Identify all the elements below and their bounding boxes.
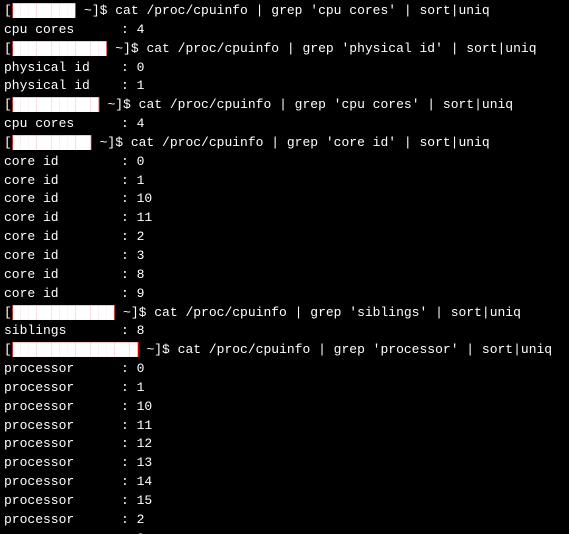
terminal-line: processor : 15 [4,492,565,511]
terminal-line: processor : 2 [4,511,565,530]
terminal-line: core id : 1 [4,172,565,191]
terminal[interactable]: [████████ ~]$ cat /proc/cpuinfo | grep '… [0,0,569,534]
terminal-line: core id : 11 [4,209,565,228]
terminal-line: processor : 1 [4,379,565,398]
terminal-line: core id : 8 [4,266,565,285]
terminal-line: physical id : 0 [4,59,565,78]
terminal-line: [███████████ ~]$ cat /proc/cpuinfo | gre… [4,96,565,115]
terminal-line: processor : 11 [4,417,565,436]
terminal-line: [██████████ ~]$ cat /proc/cpuinfo | grep… [4,134,565,153]
terminal-line: cpu cores : 4 [4,115,565,134]
terminal-line: cpu cores : 4 [4,21,565,40]
terminal-line: processor : 0 [4,360,565,379]
terminal-line: core id : 10 [4,190,565,209]
terminal-line: [████████ ~]$ cat /proc/cpuinfo | grep '… [4,2,565,21]
terminal-line: processor : 12 [4,435,565,454]
terminal-line: processor : 13 [4,454,565,473]
terminal-line: [████████████ ~]$ cat /proc/cpuinfo | gr… [4,40,565,59]
terminal-line: processor : 10 [4,398,565,417]
terminal-line: core id : 2 [4,228,565,247]
terminal-line: [█████████████ ~]$ cat /proc/cpuinfo | g… [4,304,565,323]
terminal-line: processor : 3 [4,530,565,534]
terminal-line: core id : 0 [4,153,565,172]
terminal-line: core id : 9 [4,285,565,304]
terminal-line: [████████████████ ~]$ cat /proc/cpuinfo … [4,341,565,360]
terminal-line: processor : 14 [4,473,565,492]
terminal-line: core id : 3 [4,247,565,266]
terminal-line: siblings : 8 [4,322,565,341]
terminal-line: physical id : 1 [4,77,565,96]
